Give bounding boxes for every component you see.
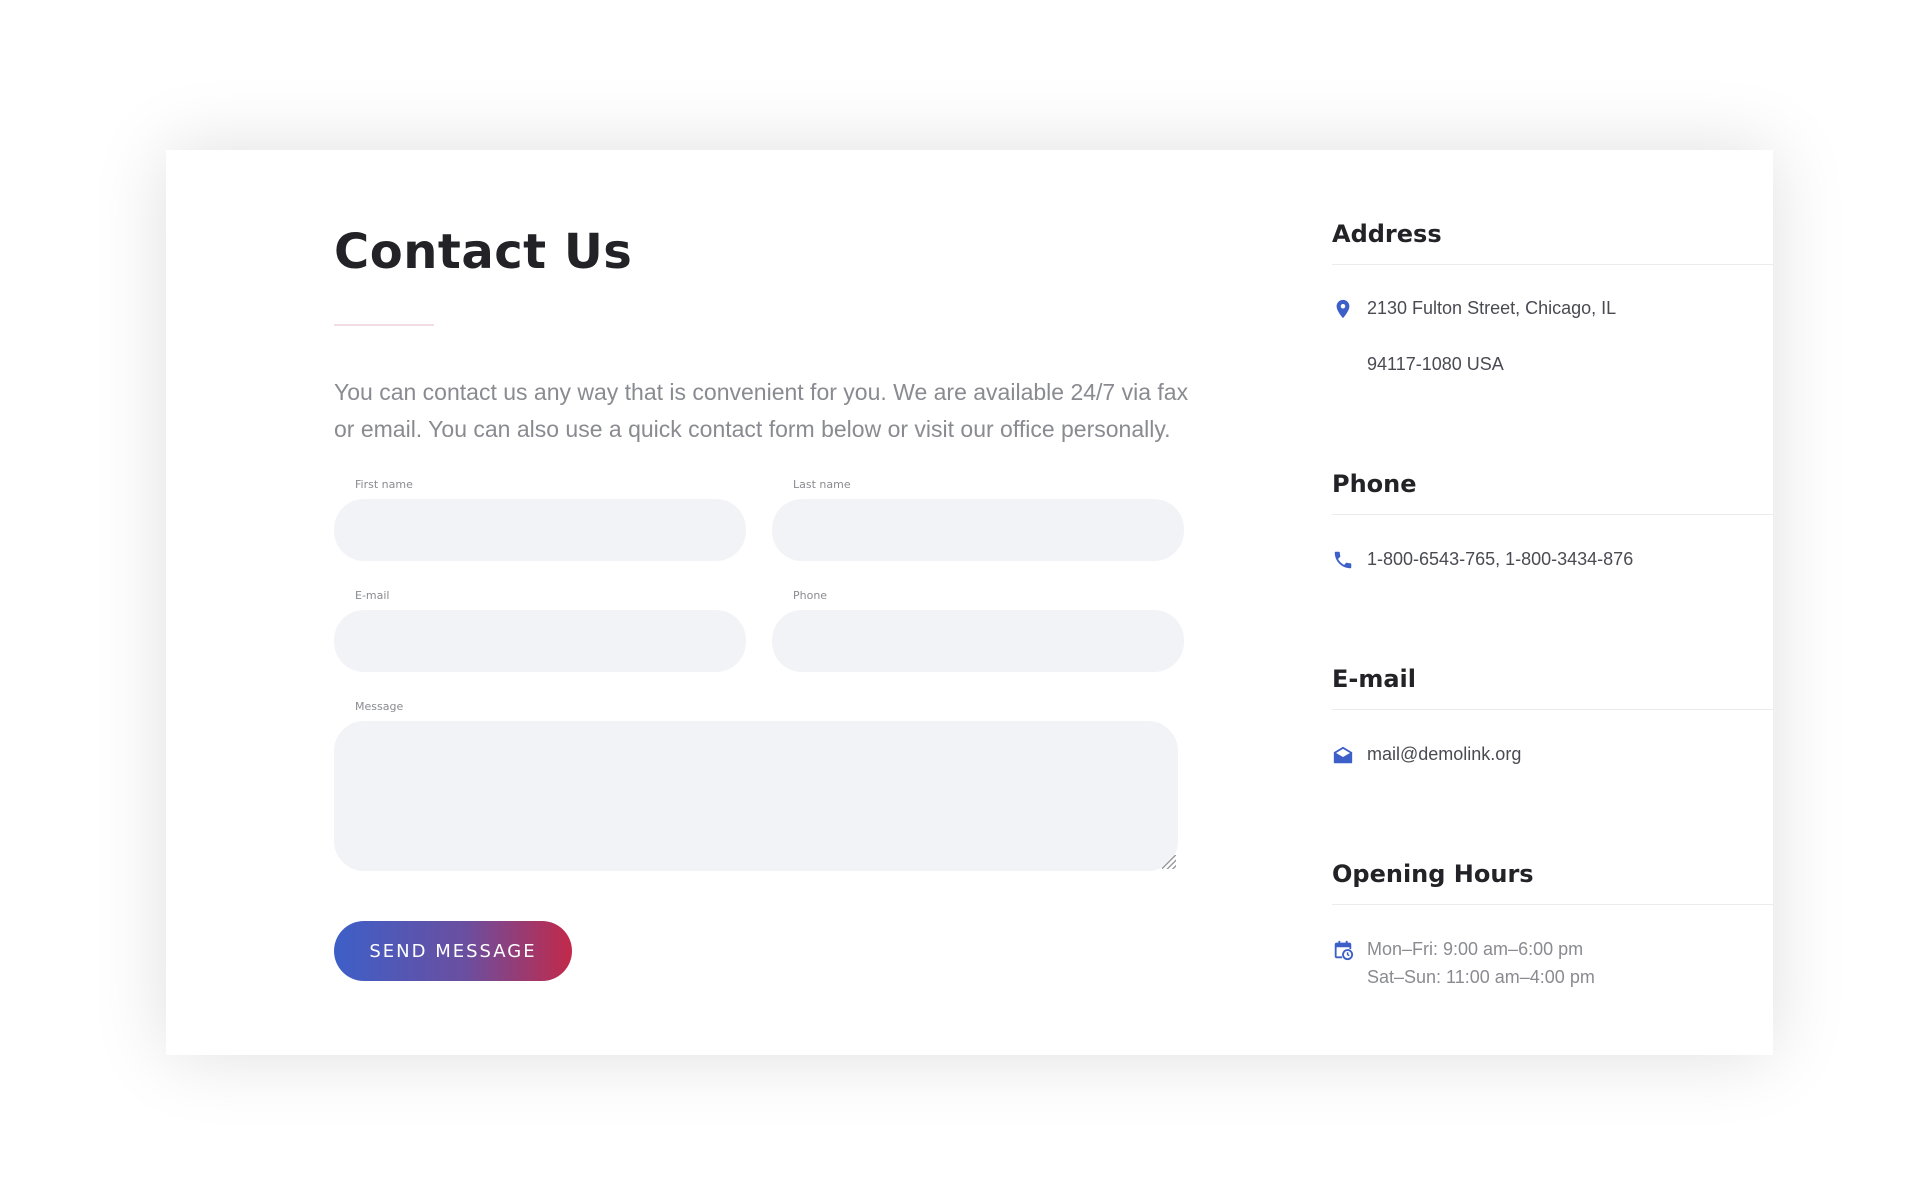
email-input[interactable] bbox=[334, 610, 746, 672]
hours-divider bbox=[1332, 904, 1773, 905]
intro-text: You can contact us any way that is conve… bbox=[334, 379, 1189, 442]
address-divider bbox=[1332, 264, 1773, 265]
email-label: E-mail bbox=[355, 589, 390, 602]
envelope-open-icon bbox=[1333, 746, 1353, 764]
email-address[interactable]: mail@demolink.org bbox=[1367, 744, 1521, 765]
message-label: Message bbox=[355, 700, 404, 713]
contact-card bbox=[166, 150, 1773, 1055]
first-name-input[interactable] bbox=[334, 499, 746, 561]
email-title: E-mail bbox=[1332, 665, 1417, 693]
phone-numbers[interactable]: 1-800-6543-765, 1-800-3434-876 bbox=[1367, 549, 1633, 570]
first-name-label: First name bbox=[355, 478, 413, 491]
phone-divider bbox=[1332, 514, 1773, 515]
hours-weekend: Sat–Sun: 11:00 am–4:00 pm bbox=[1367, 967, 1595, 987]
calendar-clock-icon bbox=[1334, 940, 1354, 961]
hours-title: Opening Hours bbox=[1332, 860, 1534, 888]
phone-label: Phone bbox=[793, 589, 828, 602]
map-pin-icon bbox=[1336, 299, 1350, 319]
send-message-button[interactable]: SEND MESSAGE bbox=[334, 921, 572, 981]
page-title: Contact Us bbox=[334, 224, 633, 280]
address-line-1: 2130 Fulton Street, Chicago, IL bbox=[1367, 298, 1617, 318]
hours-weekdays: Mon–Fri: 9:00 am–6:00 pm bbox=[1367, 939, 1584, 959]
phone-input[interactable] bbox=[772, 610, 1184, 672]
address-title: Address bbox=[1332, 220, 1442, 248]
email-divider bbox=[1332, 709, 1773, 710]
address-line-2: 94117-1080 USA bbox=[1367, 354, 1504, 374]
phone-title: Phone bbox=[1332, 470, 1417, 498]
resize-grip-icon[interactable] bbox=[1162, 855, 1176, 869]
last-name-input[interactable] bbox=[772, 499, 1184, 561]
title-divider bbox=[334, 324, 434, 326]
last-name-label: Last name bbox=[793, 478, 851, 491]
message-textarea[interactable] bbox=[334, 721, 1178, 871]
phone-icon bbox=[1334, 551, 1352, 569]
